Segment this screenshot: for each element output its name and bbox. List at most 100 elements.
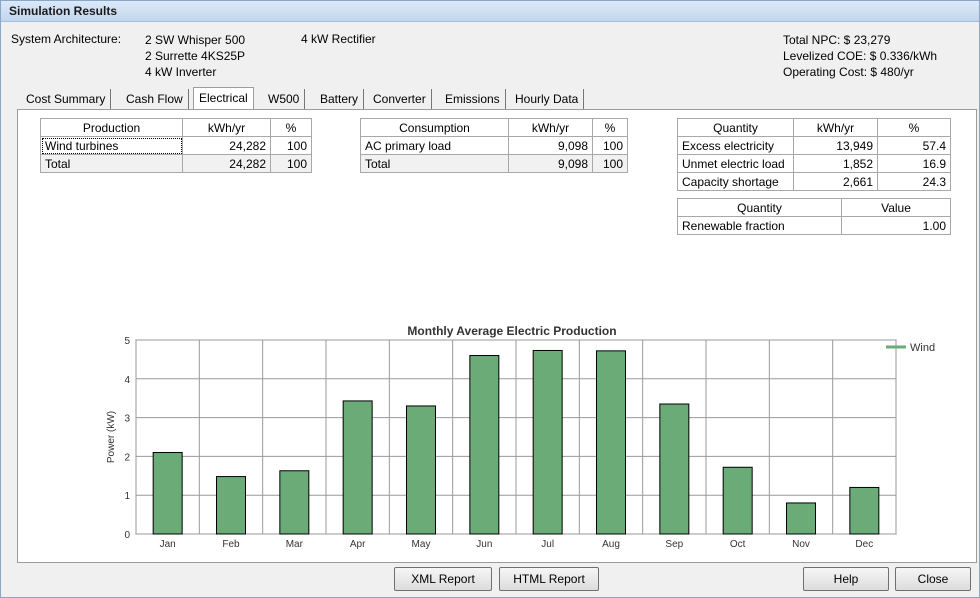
operating-cost: Operating Cost: $ 480/yr <box>783 65 914 79</box>
row-pct: 100 <box>270 154 312 173</box>
column-header: kWh/yr <box>793 118 878 137</box>
bar-jan <box>152 452 183 535</box>
column-header: % <box>592 118 628 137</box>
x-tick-label: Nov <box>792 539 810 550</box>
x-tick-label: Aug <box>602 539 620 550</box>
column-header: Quantity <box>677 118 794 137</box>
y-tick-label: 3 <box>124 414 130 425</box>
row-kwh: 9,098 <box>508 136 593 155</box>
table-row[interactable]: Capacity shortage 2,661 24.3 <box>677 172 951 191</box>
x-tick-label: Sep <box>665 539 683 550</box>
x-tick-label: Apr <box>350 539 366 550</box>
bar-mar <box>279 470 310 535</box>
table-row[interactable]: Total 24,282 100 <box>40 154 312 173</box>
y-tick-label: 5 <box>124 336 130 347</box>
table-row[interactable]: Wind turbines 24,282 100 <box>40 136 312 155</box>
levelized-coe: Levelized COE: $ 0.336/kWh <box>783 49 938 63</box>
table-row[interactable]: Renewable fraction 1.00 <box>677 216 951 235</box>
row-label: Capacity shortage <box>677 172 794 191</box>
row-kwh: 2,661 <box>793 172 878 191</box>
column-header: % <box>877 118 951 137</box>
row-label: Total <box>40 154 183 173</box>
simulation-results-window: Simulation Results System Architecture: … <box>0 0 980 598</box>
row-pct: 57.4 <box>877 136 951 155</box>
column-header: Production <box>40 118 183 137</box>
x-tick-label: Feb <box>222 539 240 550</box>
tab-converter[interactable]: Converter <box>368 89 432 109</box>
tab-w500[interactable]: W500 <box>263 89 306 109</box>
y-tick-label: 2 <box>124 452 130 463</box>
architecture-item: 2 Surrette 4KS25P <box>145 49 246 63</box>
bar-may <box>406 405 436 535</box>
row-pct: 16.9 <box>877 154 951 173</box>
bar-feb <box>216 476 246 535</box>
architecture-components: 2 SW Whisper 500 2 Surrette 4KS25P 4 kW … <box>145 32 245 80</box>
architecture-item: 4 kW Rectifier <box>301 32 376 46</box>
row-label: Renewable fraction <box>677 216 842 235</box>
total-npc: Total NPC: $ 23,279 <box>783 33 891 47</box>
y-tick-label: 4 <box>124 375 130 386</box>
bar-dec <box>849 486 880 535</box>
tab-emissions[interactable]: Emissions <box>440 89 506 109</box>
electrical-panel: Production kWh/yr % Wind turbines 24,282… <box>17 109 977 563</box>
y-axis-label: Power (kW) <box>106 411 117 463</box>
column-header: kWh/yr <box>182 118 271 137</box>
row-kwh: 1,852 <box>793 154 878 173</box>
architecture-item: 4 kW Inverter <box>145 65 217 79</box>
monthly-production-chart: Monthly Average Electric Production Powe… <box>106 324 935 550</box>
tab-hourly-data[interactable]: Hourly Data <box>510 89 585 109</box>
x-tick-label: Oct <box>730 539 746 550</box>
table-row[interactable]: Excess electricity 13,949 57.4 <box>677 136 951 155</box>
row-kwh: 24,282 <box>182 154 271 173</box>
x-tick-label: May <box>412 539 431 550</box>
y-tick-label: 0 <box>124 530 130 541</box>
column-header: Consumption <box>360 118 509 137</box>
tab-battery[interactable]: Battery <box>315 89 365 109</box>
bar-apr <box>342 400 373 535</box>
row-label: AC primary load <box>360 136 509 155</box>
tab-electrical[interactable]: Electrical <box>193 87 254 109</box>
x-tick-label: Mar <box>286 539 304 550</box>
window-title: Simulation Results <box>9 4 118 18</box>
column-header: Quantity <box>677 198 842 217</box>
chart-title: Monthly Average Electric Production <box>407 324 616 338</box>
row-label: Excess electricity <box>677 136 794 155</box>
cost-summary-info: Total NPC: $ 23,279 Levelized COE: $ 0.3… <box>783 32 937 80</box>
bar-jul <box>532 349 563 535</box>
tab-cash-flow[interactable]: Cash Flow <box>121 89 189 109</box>
bar-oct <box>722 466 753 535</box>
table-row[interactable]: AC primary load 9,098 100 <box>360 136 628 155</box>
table-header-row: Quantity kWh/yr % <box>677 118 951 137</box>
x-tick-label: Jan <box>160 539 176 550</box>
close-button[interactable]: Close <box>895 567 971 591</box>
legend-label: Wind <box>910 342 935 354</box>
architecture-components-2: 4 kW Rectifier <box>301 32 376 46</box>
row-kwh: 24,282 <box>182 136 271 155</box>
bar-aug <box>596 350 626 535</box>
html-report-button[interactable]: HTML Report <box>499 567 599 591</box>
title-bar: Simulation Results <box>1 1 979 22</box>
chart-grid <box>135 339 897 535</box>
row-value: 1.00 <box>841 216 951 235</box>
renewable-table: Quantity Value Renewable fraction 1.00 <box>677 198 951 235</box>
x-tick-label: Jul <box>541 539 554 550</box>
architecture-item: 2 SW Whisper 500 <box>145 33 246 47</box>
quantity-table: Quantity kWh/yr % Excess electricity 13,… <box>677 118 951 191</box>
xml-report-button[interactable]: XML Report <box>394 567 492 591</box>
consumption-table: Consumption kWh/yr % AC primary load 9,0… <box>360 118 628 173</box>
x-tick-label: Dec <box>855 539 873 550</box>
tab-cost-summary[interactable]: Cost Summary <box>21 89 112 109</box>
help-button[interactable]: Help <box>803 567 889 591</box>
row-label: Total <box>360 154 509 173</box>
table-header-row: Quantity Value <box>677 198 951 217</box>
table-row[interactable]: Total 9,098 100 <box>360 154 628 173</box>
row-pct: 100 <box>592 136 628 155</box>
y-tick-label: 1 <box>124 491 130 502</box>
production-table: Production kWh/yr % Wind turbines 24,282… <box>40 118 312 173</box>
bar-nov <box>786 502 816 535</box>
row-kwh: 9,098 <box>508 154 593 173</box>
table-row[interactable]: Unmet electric load 1,852 16.9 <box>677 154 951 173</box>
table-header-row: Production kWh/yr % <box>40 118 312 137</box>
column-header: kWh/yr <box>508 118 593 137</box>
column-header: Value <box>841 198 951 217</box>
